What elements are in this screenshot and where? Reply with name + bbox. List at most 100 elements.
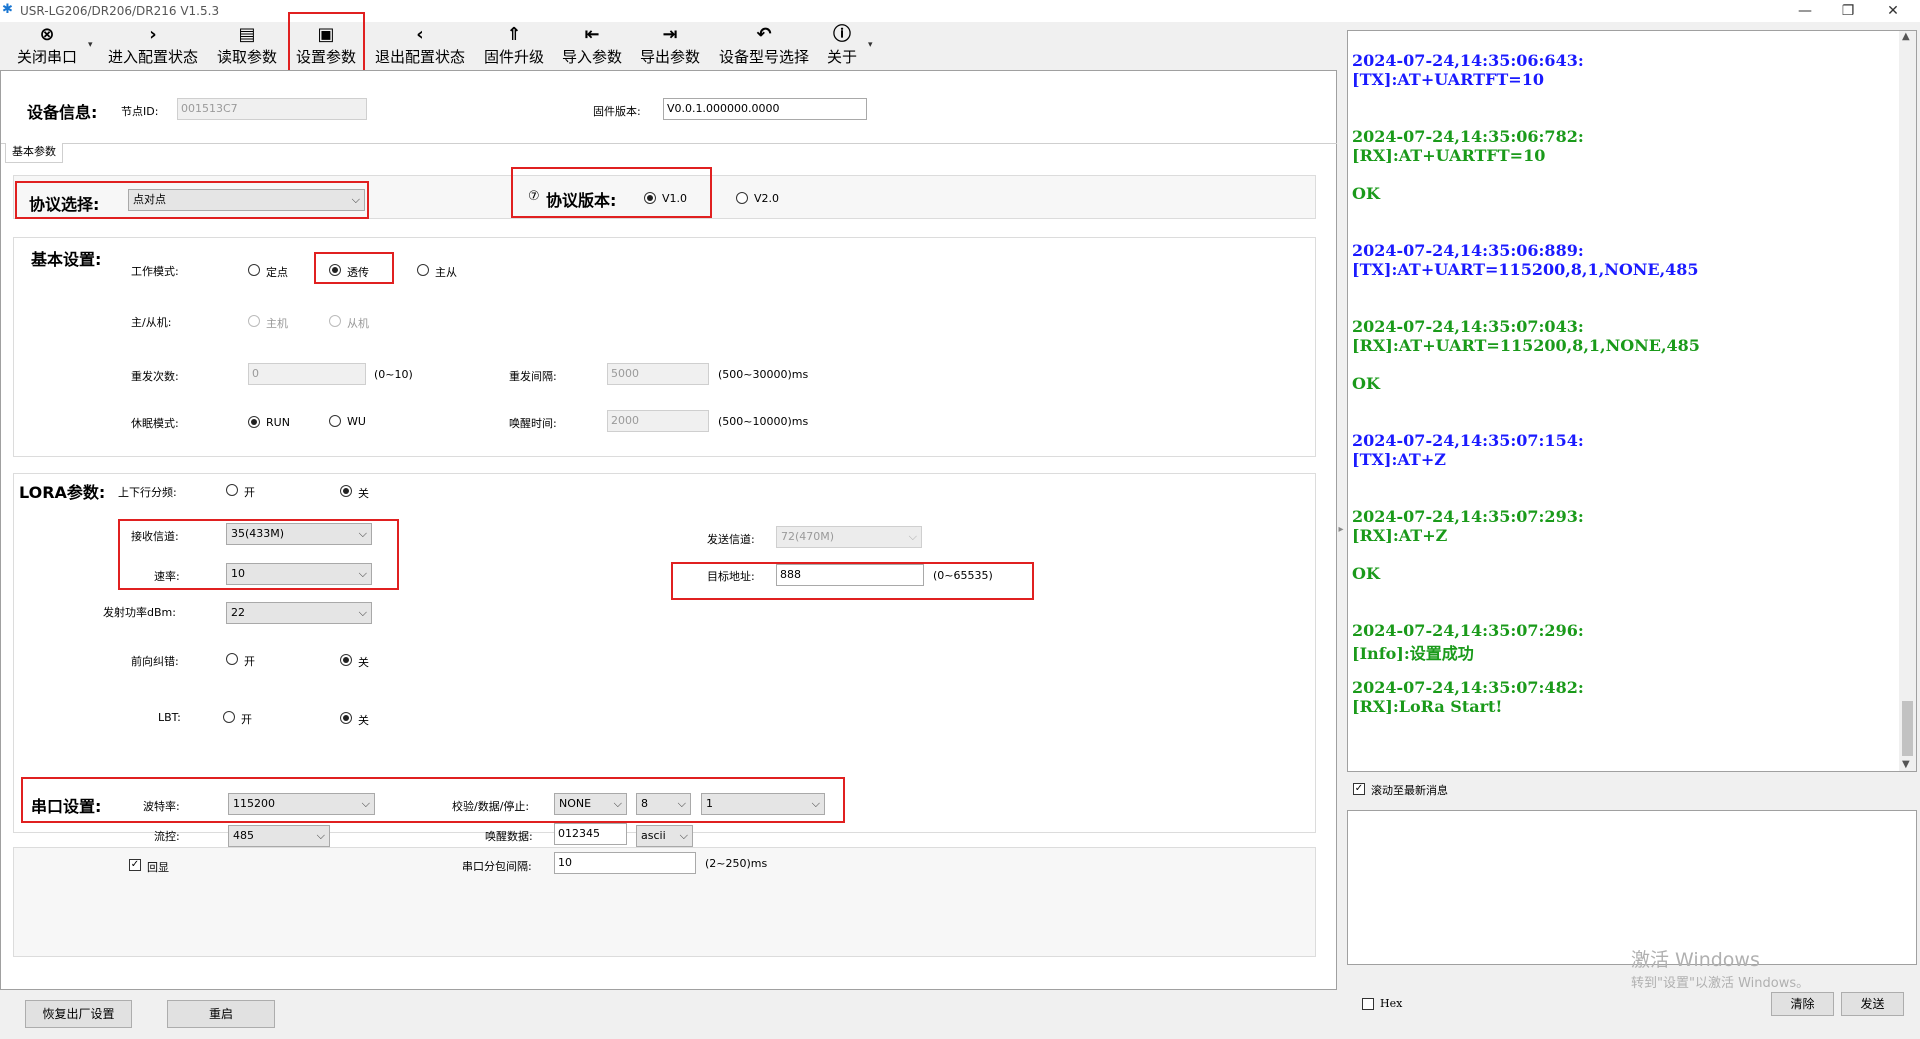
restore-factory-button[interactable]: 恢复出厂设置 <box>25 1000 132 1028</box>
about-button[interactable]: ⓘ 关于 <box>822 24 862 68</box>
flow-control-select[interactable]: 485 ⌵ <box>228 825 330 847</box>
firmware-version-field[interactable]: V0.0.1.000000.0000 <box>663 98 867 120</box>
resend-interval-field[interactable]: 5000 <box>607 363 709 385</box>
restart-button[interactable]: 重启 <box>167 1000 275 1028</box>
undo-arrow-icon: ↶ <box>756 24 772 45</box>
scroll-up-icon[interactable]: ▲ <box>1902 31 1910 42</box>
log-timestamp: 2024-07-24,14:35:07:043: <box>1352 317 1584 336</box>
packet-interval-field[interactable]: 10 <box>554 852 696 874</box>
close-port-dropdown-icon[interactable]: ▾ <box>88 40 93 50</box>
work-mode-fixed-label: 定点 <box>266 266 288 279</box>
wake-data-format-select[interactable]: ascii ⌵ <box>636 825 693 847</box>
log-message: [TX]:AT+UART=115200,8,1,NONE,485 <box>1352 260 1699 279</box>
clear-button[interactable]: 清除 <box>1771 992 1834 1016</box>
master-radio[interactable] <box>248 315 260 327</box>
log-scrollbar[interactable]: ▲ ▼ <box>1899 31 1916 771</box>
resend-count-field[interactable]: 0 <box>248 363 366 385</box>
export-icon: ⇥ <box>662 24 678 45</box>
close-window-button[interactable]: ✕ <box>1873 2 1913 20</box>
firmware-version-label: 固件版本: <box>593 105 641 118</box>
updown-split-label: 上下行分频: <box>118 486 177 499</box>
updown-off-label: 关 <box>358 487 369 500</box>
protocol-v2-label: V2.0 <box>754 192 780 205</box>
resend-interval-label: 重发间隔: <box>509 370 557 383</box>
fec-on-radio[interactable] <box>226 653 238 665</box>
tab-basic-params[interactable]: 基本参数 <box>5 143 63 163</box>
about-dropdown-icon[interactable]: ▾ <box>868 40 873 50</box>
restore-button[interactable]: ❐ <box>1828 2 1868 20</box>
slave-radio[interactable] <box>329 315 341 327</box>
log-timestamp: 2024-07-24,14:35:06:643: <box>1352 51 1584 70</box>
protocol-v2-radio[interactable] <box>736 192 748 204</box>
chevron-down-icon: ⌵ <box>679 829 688 842</box>
updown-off-radio[interactable] <box>340 485 352 497</box>
slave-label: 从机 <box>347 317 369 330</box>
tx-power-select[interactable]: 22 ⌵ <box>226 602 372 624</box>
firmware-upgrade-button[interactable]: ⇑ 固件升级 <box>480 24 548 68</box>
scroll-thumb[interactable] <box>1902 701 1913 756</box>
log-message: [RX]:AT+UART=115200,8,1,NONE,485 <box>1352 336 1700 355</box>
log-timestamp: 2024-07-24,14:35:06:782: <box>1352 127 1584 146</box>
send-input[interactable] <box>1347 810 1917 965</box>
fec-off-radio[interactable] <box>340 654 352 666</box>
rx-channel-rate-highlight <box>118 519 399 590</box>
read-params-button[interactable]: ▤ 读取参数 <box>212 24 282 68</box>
sleep-run-radio[interactable] <box>248 416 260 428</box>
enter-config-button[interactable]: › 进入配置状态 <box>103 24 203 68</box>
work-mode-highlight <box>314 252 394 284</box>
scroll-down-icon[interactable]: ▼ <box>1902 759 1910 770</box>
minimize-button[interactable]: — <box>1785 2 1825 20</box>
autoscroll-checkbox[interactable]: ✓ <box>1353 783 1365 795</box>
log-timestamp: 2024-07-24,14:35:07:296: <box>1352 621 1584 640</box>
serial-settings-highlight <box>21 777 845 823</box>
hex-checkbox[interactable] <box>1362 998 1374 1010</box>
watermark-title: 激活 Windows <box>1631 949 1760 971</box>
packet-interval-label: 串口分包间隔: <box>462 860 532 873</box>
sleep-wu-radio[interactable] <box>329 415 341 427</box>
sleep-wu-label: WU <box>347 415 366 428</box>
log-timestamp: 2024-07-24,14:35:07:154: <box>1352 431 1584 450</box>
lora-title: LORA参数: <box>19 483 106 502</box>
packet-interval-range: (2~250)ms <box>705 857 768 870</box>
work-mode-fixed-radio[interactable] <box>248 264 260 276</box>
log-ok: OK <box>1352 184 1380 203</box>
target-address-highlight <box>671 562 1034 600</box>
log-message: [RX]:AT+Z <box>1352 526 1448 545</box>
wake-time-field[interactable]: 2000 <box>607 410 709 432</box>
device-model-button[interactable]: ↶ 设备型号选择 <box>714 24 814 68</box>
log-timestamp: 2024-07-24,14:35:07:482: <box>1352 678 1584 697</box>
log-message: [RX]:LoRa Start! <box>1352 697 1503 716</box>
wake-data-field[interactable]: 012345 <box>554 823 627 845</box>
log-timestamp: 2024-07-24,14:35:07:293: <box>1352 507 1584 526</box>
export-params-button[interactable]: ⇥ 导出参数 <box>636 24 704 68</box>
window-title: USR-LG206/DR206/DR216 V1.5.3 <box>20 4 220 18</box>
resend-count-range: (0~10) <box>374 368 413 381</box>
watermark-subtitle: 转到"设置"以激活 Windows。 <box>1631 976 1810 991</box>
log-ok: OK <box>1352 564 1380 583</box>
exit-config-button[interactable]: ‹ 退出配置状态 <box>370 24 470 68</box>
node-id-field[interactable]: 001513C7 <box>177 98 367 120</box>
lbt-on-radio[interactable] <box>223 711 235 723</box>
chevron-down-icon: ⌵ <box>316 829 325 842</box>
wake-time-range: (500~10000)ms <box>718 415 809 428</box>
fec-on-label: 开 <box>244 655 255 668</box>
send-button[interactable]: 发送 <box>1841 992 1904 1016</box>
lbt-off-radio[interactable] <box>340 712 352 724</box>
import-params-button[interactable]: ⇤ 导入参数 <box>558 24 626 68</box>
toolbar: ⊗ 关闭串口 ▾ › 进入配置状态 ▤ 读取参数 ▣ 设置参数 ‹ 退出配置状态… <box>0 12 1340 78</box>
autoscroll-label: 滚动至最新消息 <box>1371 784 1448 797</box>
wake-data-label: 唤醒数据: <box>485 830 533 843</box>
log-message: [TX]:AT+Z <box>1352 450 1446 469</box>
log-panel: 2024-07-24,14:35:06:643: [TX]:AT+UARTFT=1… <box>1347 30 1917 772</box>
close-port-button[interactable]: ⊗ 关闭串口 <box>12 24 82 68</box>
tx-channel-select[interactable]: 72(470M) ⌵ <box>776 526 922 548</box>
work-mode-master-radio[interactable] <box>417 264 429 276</box>
chevron-down-icon: ⌵ <box>358 606 367 619</box>
echo-checkbox[interactable]: ✓ <box>129 859 141 871</box>
import-icon: ⇤ <box>584 24 600 45</box>
lbt-off-label: 关 <box>358 714 369 727</box>
log-message: [RX]:AT+UARTFT=10 <box>1352 146 1546 165</box>
updown-on-radio[interactable] <box>226 484 238 496</box>
wake-time-label: 唤醒时间: <box>509 417 557 430</box>
splitter-handle[interactable]: ▸ <box>1337 500 1345 560</box>
